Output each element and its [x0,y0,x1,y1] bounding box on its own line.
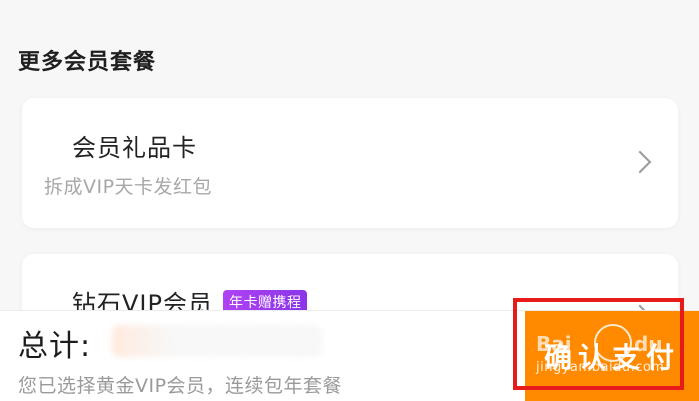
total-amount-redacted [112,325,322,357]
chevron-right-icon [628,150,652,174]
selection-note: 您已选择黄金VIP会员，连续包年套餐 [18,375,343,397]
gift-card-subtitle: 拆成VIP天卡发红包 [44,176,213,198]
gift-card-title: 会员礼品卡 [72,134,197,162]
section-title: 更多会员套餐 [18,50,157,75]
confirm-pay-button[interactable]: 确认支付 [525,311,699,401]
total-label: 总计: [18,329,92,364]
payment-footer: 总计: 您已选择黄金VIP会员，连续包年套餐 确认支付 [0,310,699,401]
gift-card-option[interactable]: 会员礼品卡 拆成VIP天卡发红包 [22,98,678,228]
